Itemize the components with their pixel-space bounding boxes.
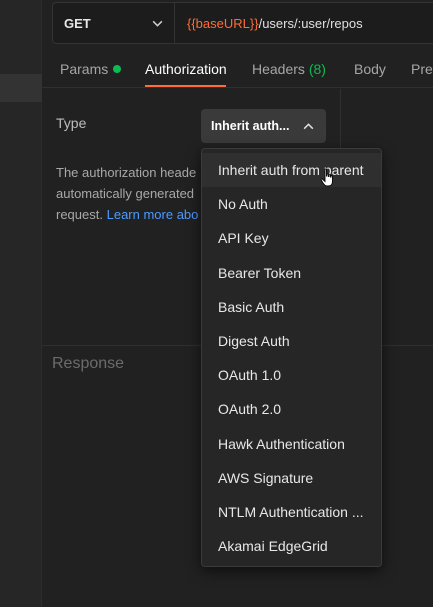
tab-headers-label: Headers [252, 61, 305, 77]
auth-option-digest-auth[interactable]: Digest Auth [202, 324, 381, 358]
tab-params-label: Params [60, 61, 109, 77]
auth-option-ntlm[interactable]: NTLM Authentication ... [202, 495, 381, 529]
auth-option-no-auth[interactable]: No Auth [202, 187, 381, 221]
url-input[interactable]: {{baseURL}}/users/:user/repos [175, 16, 363, 31]
learn-more-link[interactable]: Learn more abo [107, 207, 199, 222]
tab-pre-request-label: Pre [411, 61, 433, 77]
url-path: /users/:user/repos [258, 15, 363, 31]
auth-type-select[interactable]: Inherit auth... [201, 109, 326, 143]
url-bar: GET {{baseURL}}/users/:user/repos [52, 2, 433, 44]
tab-authorization-label: Authorization [145, 61, 227, 77]
auth-option-hawk[interactable]: Hawk Authentication [202, 427, 381, 461]
chevron-up-icon [303, 122, 314, 129]
auth-description-line: The authorization heade [56, 165, 197, 180]
headers-count: (8) [308, 61, 326, 77]
tab-headers[interactable]: Headers (8) [252, 61, 326, 77]
auth-type-dropdown: Inherit auth from parent No Auth API Key… [201, 148, 382, 567]
params-indicator-dot [113, 65, 122, 73]
auth-description: The authorization heade automatically ge… [56, 162, 206, 225]
method-select[interactable]: GET [53, 3, 175, 43]
auth-option-bearer-token[interactable]: Bearer Token [202, 256, 381, 290]
tab-params[interactable]: Params [60, 61, 122, 77]
url-variable: {{baseURL}} [187, 15, 259, 31]
sidebar [0, 0, 42, 607]
hand-pointer-cursor-icon [320, 168, 333, 187]
active-tab-underline [145, 85, 226, 87]
response-label: Response [52, 355, 125, 372]
auth-type-label: Type [56, 115, 87, 131]
auth-option-inherit[interactable]: Inherit auth from parent [202, 153, 381, 188]
auth-option-akamai[interactable]: Akamai EdgeGrid [202, 529, 381, 563]
tab-body[interactable]: Body [354, 61, 386, 77]
postman-request-view: GET {{baseURL}}/users/:user/repos Params… [0, 0, 433, 607]
auth-description-line: request. Learn more abo [56, 207, 199, 222]
auth-option-oauth1[interactable]: OAuth 1.0 [202, 358, 381, 392]
auth-option-oauth2[interactable]: OAuth 2.0 [202, 392, 381, 426]
auth-option-aws-signature[interactable]: AWS Signature [202, 461, 381, 495]
request-tabs: Params Authorization Headers (8) Body Pr… [42, 48, 433, 88]
sidebar-selected-item[interactable] [0, 74, 42, 102]
tab-authorization[interactable]: Authorization [145, 61, 227, 77]
method-label: GET [64, 15, 91, 31]
tab-pre-request[interactable]: Pre [411, 61, 433, 77]
auth-option-api-key[interactable]: API Key [202, 221, 381, 255]
auth-type-selected: Inherit auth... [211, 119, 290, 133]
auth-description-line: automatically generated [56, 186, 195, 201]
auth-option-basic-auth[interactable]: Basic Auth [202, 290, 381, 324]
chevron-down-icon [152, 20, 163, 27]
tab-body-label: Body [354, 61, 386, 77]
